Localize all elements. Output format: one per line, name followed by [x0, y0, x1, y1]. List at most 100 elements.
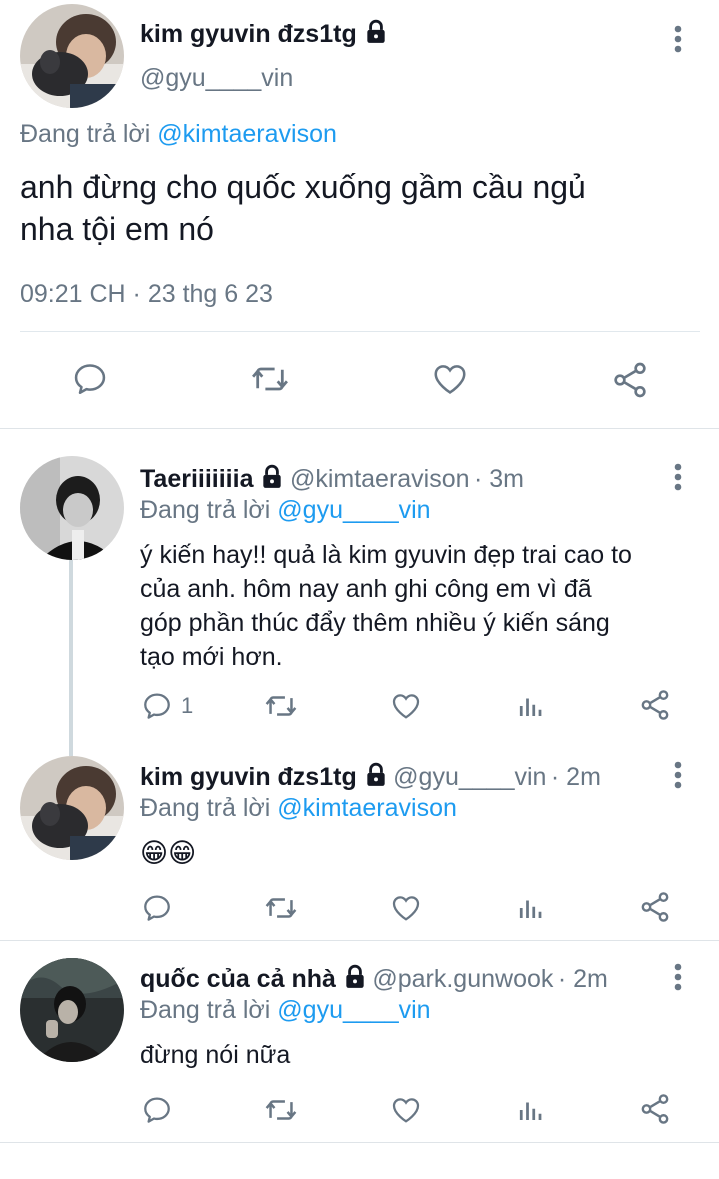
- like-button[interactable]: [389, 892, 423, 924]
- more-options-icon[interactable]: [668, 962, 688, 992]
- reply-author-handle[interactable]: @kimtaeravison: [290, 465, 470, 493]
- analytics-button[interactable]: [515, 892, 545, 924]
- analytics-button[interactable]: [515, 1094, 545, 1126]
- reply-avatar[interactable]: [20, 456, 124, 560]
- more-options-icon[interactable]: [668, 24, 688, 54]
- retweet-button[interactable]: [264, 1094, 298, 1126]
- retweet-icon: [265, 1100, 297, 1120]
- reply-text-line: tạo mới hơn.: [140, 643, 283, 671]
- analytics-icon: [519, 900, 542, 918]
- author-handle[interactable]: @gyu____vin: [140, 64, 293, 93]
- avatar-photo: [20, 456, 124, 560]
- reply-author-name[interactable]: kim gyuvin đzs1tg: [140, 763, 357, 791]
- replying-to-link[interactable]: @kimtaeravison: [157, 120, 337, 148]
- replying-to-link[interactable]: @kimtaeravison: [277, 794, 457, 822]
- reply-text-line: góp phần thúc đẩy thêm nhiều ý kiến sáng: [140, 609, 610, 637]
- reply-button[interactable]: [141, 892, 173, 924]
- share-button[interactable]: [610, 360, 650, 400]
- retweet-icon: [265, 898, 297, 918]
- replying-to-label: Đang trả lời: [140, 794, 271, 822]
- like-icon: [392, 694, 420, 719]
- retweet-button[interactable]: [250, 360, 290, 398]
- section-divider: [0, 940, 719, 941]
- lock-icon: [263, 464, 282, 488]
- analytics-button[interactable]: [515, 690, 545, 722]
- replying-to-label: Đang trả lời: [20, 120, 151, 148]
- like-icon: [392, 896, 420, 921]
- reply-time: · 2m: [550, 763, 601, 791]
- reply-author-handle[interactable]: @park.gunwook: [372, 965, 553, 993]
- like-icon: [434, 365, 466, 394]
- reply-author-name[interactable]: Taeriiiiiiia: [140, 465, 253, 493]
- reply-icon: [74, 364, 106, 395]
- thread-connector: [69, 560, 73, 756]
- more-options-icon[interactable]: [668, 462, 688, 492]
- share-icon: [641, 892, 669, 922]
- lock-icon: [367, 762, 385, 786]
- reply-count: 1: [181, 693, 194, 718]
- avatar-photo: [20, 756, 124, 860]
- share-icon: [614, 362, 646, 398]
- reply-header: kim gyuvin đzs1tg @gyu____vin · 2m: [140, 762, 601, 792]
- replying-to: Đang trả lời @gyu____vin: [140, 996, 431, 1025]
- like-button[interactable]: [389, 690, 423, 722]
- reply-text: 😁😁: [140, 836, 196, 870]
- reply-button[interactable]: [71, 360, 109, 398]
- reply-text-line: đừng nói nữa: [140, 1041, 291, 1069]
- section-divider: [0, 1142, 719, 1143]
- replying-to-link[interactable]: @gyu____vin: [277, 996, 430, 1024]
- lock-icon: [367, 19, 385, 43]
- author-avatar[interactable]: [20, 4, 124, 108]
- author-name-text: kim gyuvin đzs1tg: [140, 20, 357, 48]
- reply-time: · 2m: [557, 965, 608, 993]
- reply-header: Taeriiiiiiia @kimtaeravison · 3m: [140, 464, 524, 494]
- divider: [20, 331, 700, 332]
- replying-to: Đang trả lời @kimtaeravison: [20, 120, 337, 149]
- like-button[interactable]: [389, 1094, 423, 1126]
- reply-text-line: ý kiến hay!! quả là kim gyuvin đẹp trai …: [140, 541, 632, 569]
- analytics-icon: [519, 1102, 542, 1120]
- more-options-icon[interactable]: [668, 760, 688, 790]
- reply-header: quốc của cả nhà @park.gunwook · 2m: [140, 964, 608, 994]
- reply-button[interactable]: 1: [141, 690, 193, 722]
- like-button[interactable]: [430, 360, 470, 398]
- analytics-icon: [519, 698, 542, 716]
- tweet-timestamp[interactable]: 09:21 CH · 23 thg 6 23: [20, 280, 273, 309]
- tweet-text-line: anh đừng cho quốc xuống gầm cầu ngủ: [20, 169, 586, 205]
- tweet-text-line: nha tội em nó: [20, 211, 214, 247]
- retweet-icon: [265, 696, 297, 716]
- reply-icon: [144, 1097, 170, 1123]
- author-name[interactable]: kim gyuvin đzs1tg: [140, 19, 389, 49]
- retweet-icon: [252, 367, 288, 391]
- lock-icon: [346, 964, 364, 988]
- reply-icon: [144, 693, 170, 719]
- reply-time: · 3m: [474, 465, 524, 493]
- replying-to-link[interactable]: @gyu____vin: [277, 496, 430, 524]
- replying-to: Đang trả lời @gyu____vin: [140, 496, 431, 525]
- reply-text-line: 😁😁: [140, 838, 197, 868]
- replying-to-label: Đang trả lời: [140, 996, 271, 1024]
- retweet-button[interactable]: [264, 892, 298, 924]
- tweet-text: anh đừng cho quốc xuống gầm cầu ngủ nha …: [20, 166, 700, 250]
- section-divider: [0, 428, 719, 429]
- reply-avatar[interactable]: [20, 756, 124, 860]
- share-icon: [641, 1094, 669, 1124]
- share-icon: [641, 690, 669, 720]
- reply-text-line: của anh. hôm nay anh ghi công em vì đã: [140, 575, 592, 603]
- share-button[interactable]: [638, 890, 672, 924]
- reply-button[interactable]: [141, 1094, 173, 1126]
- reply-author-handle[interactable]: @gyu____vin: [393, 763, 546, 791]
- avatar-photo: [20, 958, 124, 1062]
- share-button[interactable]: [638, 688, 672, 722]
- reply-author-name[interactable]: quốc của cả nhà: [140, 965, 336, 993]
- reply-text: ý kiến hay!! quả là kim gyuvin đẹp trai …: [140, 538, 700, 674]
- reply-text: đừng nói nữa: [140, 1038, 290, 1072]
- reply-icon: [144, 895, 170, 921]
- retweet-button[interactable]: [264, 690, 298, 722]
- share-button[interactable]: [638, 1092, 672, 1126]
- replying-to: Đang trả lời @kimtaeravison: [140, 794, 457, 823]
- replying-to-label: Đang trả lời: [140, 496, 271, 524]
- reply-avatar[interactable]: [20, 958, 124, 1062]
- avatar-photo: [20, 4, 124, 108]
- like-icon: [392, 1098, 420, 1123]
